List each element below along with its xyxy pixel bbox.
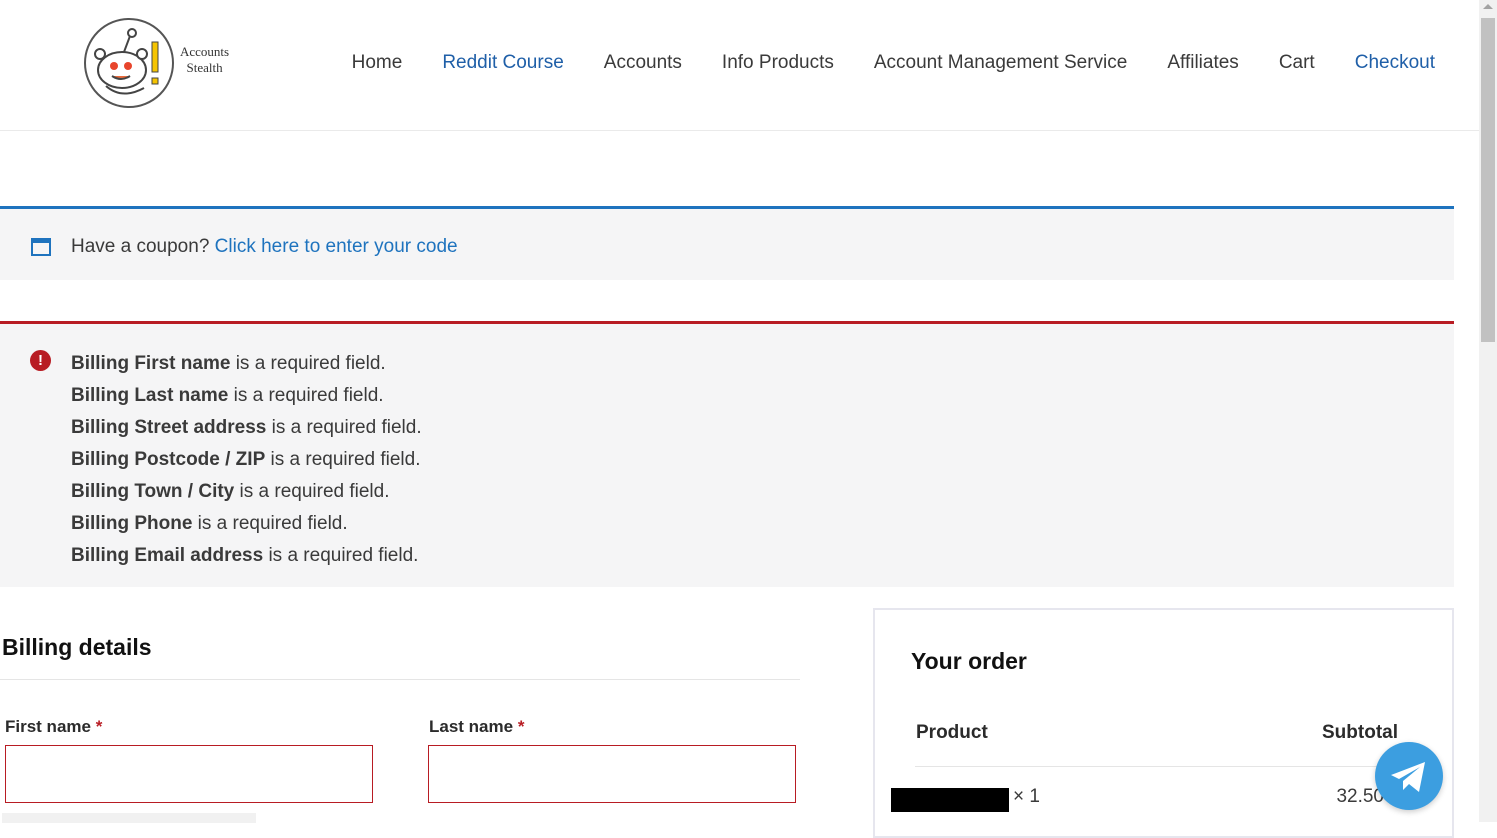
telegram-button[interactable] xyxy=(1375,742,1443,810)
site-header: Accounts Stealth Home Reddit Course Acco… xyxy=(0,0,1479,131)
error-item: Billing First name is a required field. xyxy=(71,353,386,374)
billing-divider xyxy=(0,679,800,680)
nav-account-management-service[interactable]: Account Management Service xyxy=(874,52,1127,74)
error-notice: ! Billing First name is a required field… xyxy=(0,321,1454,587)
coupon-window-icon xyxy=(31,238,51,256)
error-item: Billing Phone is a required field. xyxy=(71,513,348,534)
product-column-header: Product xyxy=(916,722,988,743)
nav-affiliates[interactable]: Affiliates xyxy=(1167,52,1238,74)
order-title: Your order xyxy=(911,648,1027,674)
coupon-notice: Have a coupon? Click here to enter your … xyxy=(0,206,1454,280)
logo-text-line2: Stealth xyxy=(186,60,223,75)
nav-info-products[interactable]: Info Products xyxy=(722,52,834,74)
order-review: Your order Product Subtotal × 1 32.50 xyxy=(873,608,1454,838)
first-name-input[interactable] xyxy=(6,746,372,802)
first-name-field-wrapper xyxy=(5,745,373,803)
order-divider xyxy=(915,766,1426,767)
first-name-label: First name * xyxy=(5,717,103,736)
coupon-link[interactable]: Click here to enter your code xyxy=(215,236,458,257)
last-name-field-wrapper xyxy=(428,745,796,803)
item-quantity: × 1 xyxy=(1013,786,1040,807)
error-list: Billing First name is a required field. … xyxy=(71,348,422,572)
main-nav: Home Reddit Course Accounts Info Product… xyxy=(312,52,1435,74)
coupon-text: Have a coupon? Click here to enter your … xyxy=(71,236,458,258)
scroll-up-arrow-icon[interactable] xyxy=(1483,4,1493,9)
page-scrollbar[interactable] xyxy=(1479,0,1497,822)
logo-circle xyxy=(84,18,174,108)
site-logo[interactable]: Accounts Stealth xyxy=(84,16,234,112)
coupon-prompt: Have a coupon? xyxy=(71,236,210,257)
error-item: Billing Last name is a required field. xyxy=(71,385,384,406)
subtotal-column-header: Subtotal xyxy=(1322,722,1398,743)
nav-checkout[interactable]: Checkout xyxy=(1355,52,1435,74)
nav-home[interactable]: Home xyxy=(352,52,403,74)
nav-accounts[interactable]: Accounts xyxy=(604,52,682,74)
reddit-alien-logo xyxy=(94,28,159,95)
scroll-thumb[interactable] xyxy=(1481,18,1495,342)
billing-details-title: Billing details xyxy=(2,634,152,660)
required-mark: * xyxy=(517,717,525,736)
error-item: Billing Street address is a required fie… xyxy=(71,417,422,438)
error-exclamation-icon: ! xyxy=(30,350,51,371)
error-item: Billing Email address is a required fiel… xyxy=(71,545,419,566)
nav-cart[interactable]: Cart xyxy=(1279,52,1315,74)
last-name-input[interactable] xyxy=(429,746,795,802)
error-item: Billing Postcode / ZIP is a required fie… xyxy=(71,449,421,470)
telegram-plane-icon xyxy=(1391,762,1425,792)
required-mark: * xyxy=(95,717,103,736)
redacted-product-name xyxy=(891,788,1009,812)
last-name-label: Last name * xyxy=(429,717,525,736)
logo-text-line1: Accounts xyxy=(180,44,230,59)
error-item: Billing Town / City is a required field. xyxy=(71,481,390,502)
logo-text: Accounts Stealth xyxy=(180,44,229,76)
nav-reddit-course[interactable]: Reddit Course xyxy=(442,52,563,74)
